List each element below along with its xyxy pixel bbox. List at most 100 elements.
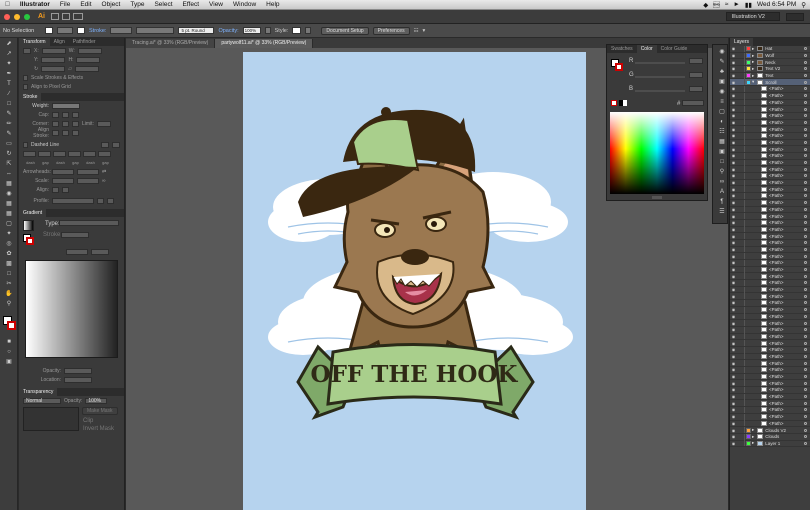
gradient-panel-icon[interactable]: ▢: [715, 107, 729, 116]
target-circle-icon[interactable]: [804, 120, 807, 124]
color-panel-grip[interactable]: [652, 196, 662, 199]
weight-field[interactable]: [52, 102, 80, 109]
fill-dropdown[interactable]: [57, 27, 73, 34]
angle-field[interactable]: [66, 248, 88, 255]
lock-toggle[interactable]: [737, 433, 745, 440]
visibility-eye-icon[interactable]: ◉: [730, 327, 737, 332]
visibility-eye-icon[interactable]: ◉: [730, 434, 737, 439]
menu-edit[interactable]: Edit: [75, 1, 96, 8]
aspect-field[interactable]: [91, 248, 109, 255]
lock-toggle[interactable]: [737, 112, 745, 119]
visibility-eye-icon[interactable]: ◉: [730, 374, 737, 379]
graphic-styles-panel-icon[interactable]: ▣: [715, 77, 729, 86]
profile-dropdown[interactable]: [52, 197, 94, 204]
dashed-checkbox[interactable]: [23, 141, 28, 148]
target-circle-icon[interactable]: [804, 67, 807, 71]
color-stroke-swatch[interactable]: [615, 63, 623, 71]
x-field[interactable]: [41, 47, 66, 54]
target-circle-icon[interactable]: [804, 435, 807, 439]
opacity-label[interactable]: Opacity:: [218, 28, 238, 34]
shape-builder-tool-icon[interactable]: ◉: [2, 189, 16, 198]
lock-toggle[interactable]: [737, 159, 745, 166]
lock-toggle[interactable]: [737, 239, 745, 246]
visibility-eye-icon[interactable]: ◉: [730, 361, 737, 366]
target-circle-icon[interactable]: [804, 134, 807, 138]
butt-cap-button[interactable]: [52, 111, 59, 118]
target-circle-icon[interactable]: [804, 54, 807, 58]
expand-triangle-icon[interactable]: ▸: [752, 73, 754, 79]
appearance-panel-icon[interactable]: ◉: [715, 87, 729, 96]
visibility-eye-icon[interactable]: ◉: [730, 187, 737, 192]
visibility-eye-icon[interactable]: ◉: [730, 140, 737, 145]
visibility-eye-icon[interactable]: ◉: [730, 227, 737, 232]
visibility-eye-icon[interactable]: ◉: [730, 267, 737, 272]
visibility-eye-icon[interactable]: ◉: [730, 407, 737, 412]
battery-icon[interactable]: ▮▮: [745, 1, 752, 9]
variable-width-dropdown[interactable]: [136, 27, 175, 34]
minimize-window-button[interactable]: [14, 13, 20, 20]
visibility-eye-icon[interactable]: ◉: [730, 80, 737, 85]
target-circle-icon[interactable]: [804, 80, 807, 84]
gradient-opacity-field[interactable]: [64, 367, 92, 374]
tab-gradient[interactable]: Gradient: [19, 209, 47, 217]
type-panel-icon[interactable]: A: [715, 187, 729, 196]
target-circle-icon[interactable]: [804, 388, 807, 392]
eraser-tool-icon[interactable]: ▭: [2, 139, 16, 148]
target-circle-icon[interactable]: [804, 247, 807, 251]
lock-toggle[interactable]: [737, 386, 745, 393]
workspace-switcher[interactable]: Illustration V2: [725, 12, 780, 21]
h-field[interactable]: [76, 56, 101, 63]
search-help-field[interactable]: [786, 12, 804, 21]
paintbrush-tool-icon[interactable]: ✎: [2, 109, 16, 118]
visibility-eye-icon[interactable]: ◉: [730, 428, 737, 433]
align-inside-button[interactable]: [62, 129, 69, 136]
lock-toggle[interactable]: [737, 420, 745, 427]
expand-triangle-icon[interactable]: ▸: [752, 53, 754, 59]
visibility-eye-icon[interactable]: ◉: [730, 147, 737, 152]
navigator-panel-icon[interactable]: ⚲: [715, 167, 729, 176]
transparency-panel-icon[interactable]: ◐: [715, 117, 729, 126]
target-circle-icon[interactable]: [804, 194, 807, 198]
arrow-align-1[interactable]: [52, 186, 59, 193]
stroke-weight-field[interactable]: [110, 27, 133, 34]
clip-checkbox[interactable]: Clip: [83, 418, 93, 424]
document-setup-button[interactable]: Document Setup: [321, 26, 369, 35]
artboard[interactable]: OFF THE HOOK: [243, 52, 586, 510]
brush-definition-dropdown[interactable]: 5 pt. Round: [178, 27, 215, 34]
target-circle-icon[interactable]: [804, 348, 807, 352]
arrow-align-2[interactable]: [62, 186, 69, 193]
lock-toggle[interactable]: [737, 286, 745, 293]
visibility-eye-icon[interactable]: ◉: [730, 107, 737, 112]
target-circle-icon[interactable]: [804, 87, 807, 91]
none-swatch[interactable]: [611, 100, 617, 106]
visibility-eye-icon[interactable]: ◉: [730, 193, 737, 198]
miter-join-button[interactable]: [52, 120, 59, 127]
direct-selection-tool-icon[interactable]: ↗: [2, 49, 16, 58]
lock-toggle[interactable]: [737, 406, 745, 413]
w-field[interactable]: [77, 47, 102, 54]
target-circle-icon[interactable]: [804, 221, 807, 225]
target-circle-icon[interactable]: [804, 401, 807, 405]
invert-mask-checkbox[interactable]: Invert Mask: [83, 426, 114, 432]
target-circle-icon[interactable]: [804, 254, 807, 258]
target-circle-icon[interactable]: [804, 375, 807, 379]
lock-toggle[interactable]: [737, 353, 745, 360]
transform-panel-icon[interactable]: ▦: [715, 137, 729, 146]
lock-toggle[interactable]: [737, 253, 745, 260]
target-circle-icon[interactable]: [804, 174, 807, 178]
swap-arrows-icon[interactable]: ⇄: [102, 169, 106, 175]
arrange-documents-icon[interactable]: [62, 13, 70, 20]
line-tool-icon[interactable]: ∕: [2, 89, 16, 98]
target-circle-icon[interactable]: [804, 288, 807, 292]
visibility-eye-icon[interactable]: ◉: [730, 274, 737, 279]
tab-color[interactable]: Color: [636, 45, 657, 53]
visibility-eye-icon[interactable]: ◉: [730, 53, 737, 58]
target-circle-icon[interactable]: [804, 354, 807, 358]
transparency-opacity-field[interactable]: 100%: [85, 397, 108, 404]
visibility-eye-icon[interactable]: ◉: [730, 173, 737, 178]
gradient-preview[interactable]: [25, 260, 118, 358]
align-panel-icon[interactable]: ☷: [715, 127, 729, 136]
visibility-eye-icon[interactable]: ◉: [730, 341, 737, 346]
lock-toggle[interactable]: [737, 219, 745, 226]
lock-toggle[interactable]: [737, 313, 745, 320]
